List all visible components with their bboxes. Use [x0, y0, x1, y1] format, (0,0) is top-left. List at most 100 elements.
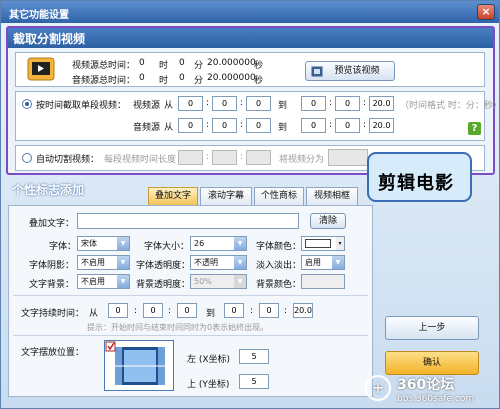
- audio-to-hours[interactable]: 0: [301, 118, 326, 133]
- font-color-label: 字体颜色：: [256, 242, 302, 252]
- font-color-picker[interactable]: ▾: [301, 236, 345, 251]
- video-source-label: 视频源: [133, 101, 161, 111]
- seconds-unit: 秒: [254, 76, 264, 86]
- colon: :: [329, 98, 333, 108]
- divider: [13, 335, 368, 336]
- video-from-minutes[interactable]: 0: [212, 96, 237, 111]
- chevron-down-icon: ▼: [234, 256, 246, 269]
- time-clip-label: 按时间截取单段视频：: [36, 101, 127, 111]
- time-format-hint: （时间格式 时：分：秒）: [400, 101, 500, 111]
- chevron-down-icon: ▼: [117, 256, 129, 269]
- audio-from-minutes[interactable]: 0: [212, 118, 237, 133]
- video-from-hours[interactable]: 0: [178, 96, 203, 111]
- preview-video-button[interactable]: 预览该视频: [305, 61, 395, 81]
- duration-hint: 提示：开始时间与结束时间同时为0表示始终出现。: [87, 323, 269, 332]
- top-y-input[interactable]: 5: [239, 374, 269, 389]
- video-to-seconds[interactable]: 20.0: [369, 96, 394, 111]
- help-icon[interactable]: ?: [468, 122, 481, 135]
- video-to-minutes[interactable]: 0: [335, 96, 360, 111]
- auto-split-radio[interactable]: [22, 153, 32, 163]
- video-to-hours[interactable]: 0: [301, 96, 326, 111]
- to-label: 到: [278, 101, 288, 111]
- colon: :: [206, 98, 210, 108]
- left-x-label: 左 (X坐标): [187, 355, 231, 365]
- font-label: 字体：: [49, 242, 77, 252]
- callout-bubble: 剪辑电影: [367, 152, 472, 202]
- opacity-select[interactable]: 不透明 ▼: [190, 255, 247, 270]
- colon: :: [206, 152, 210, 162]
- duration-label: 文字持续时间：: [21, 309, 85, 319]
- forum-watermark: + 360论坛 bbs.360safe.com: [363, 372, 499, 408]
- colon: :: [363, 98, 367, 108]
- previous-step-button[interactable]: 上一步: [385, 316, 479, 340]
- audio-to-minutes[interactable]: 0: [335, 118, 360, 133]
- duration-to-minutes[interactable]: 0: [259, 303, 279, 318]
- duration-to-seconds[interactable]: 20.0: [293, 303, 313, 318]
- minutes-unit: 分: [194, 61, 204, 71]
- logo-section-title: 个性标志添加: [12, 183, 85, 197]
- duration-from-minutes[interactable]: 0: [143, 303, 163, 318]
- color-swatch: [305, 239, 331, 248]
- clear-button[interactable]: 清除: [310, 213, 346, 229]
- audio-total-hours: 0: [139, 73, 145, 83]
- tab-overlay-text[interactable]: 叠加文字: [148, 187, 198, 205]
- font-size-value: 26: [194, 239, 205, 248]
- divider: [13, 295, 368, 296]
- colon: :: [206, 120, 210, 130]
- video-total-seconds: 20.000000: [207, 58, 256, 68]
- colon: :: [329, 120, 333, 130]
- shadow-select[interactable]: 不启用 ▼: [77, 255, 130, 270]
- segment-seconds: [246, 150, 271, 165]
- seconds-unit: 秒: [254, 61, 264, 71]
- fade-value: 启用: [305, 258, 321, 267]
- plus-icon: +: [365, 375, 391, 401]
- audio-source-label: 音频源: [133, 123, 161, 133]
- font-select[interactable]: 宋体 ▼: [77, 236, 130, 251]
- top-y-label: 上 (Y坐标): [187, 380, 230, 390]
- fade-select[interactable]: 启用 ▼: [301, 255, 345, 270]
- film-icon: [311, 66, 323, 77]
- video-from-seconds[interactable]: 0: [246, 96, 271, 111]
- audio-to-seconds[interactable]: 20.0: [369, 118, 394, 133]
- forum-url: bbs.360safe.com: [397, 394, 475, 404]
- window-title: 其它功能设置: [9, 10, 69, 21]
- shadow-value: 不启用: [81, 258, 105, 267]
- bg-opacity-label: 背景透明度：: [136, 280, 191, 290]
- video-file-icon: [27, 57, 55, 81]
- tab-custom-logo[interactable]: 个性商标: [254, 187, 304, 205]
- colon: :: [284, 306, 288, 316]
- audio-from-seconds[interactable]: 0: [246, 118, 271, 133]
- audio-from-hours[interactable]: 0: [178, 118, 203, 133]
- left-x-input[interactable]: 5: [239, 349, 269, 364]
- overlay-text-label: 叠加文字：: [29, 219, 75, 229]
- split-into-label: 将视频分为: [279, 155, 325, 165]
- audio-total-label: 音频源总时间：: [72, 76, 136, 86]
- duration-from-seconds[interactable]: 0: [177, 303, 197, 318]
- text-bg-value: 不启用: [81, 277, 105, 286]
- duration-from-hours[interactable]: 0: [108, 303, 128, 318]
- callout-text: 剪辑电影: [378, 173, 454, 194]
- time-clip-radio[interactable]: [22, 99, 32, 109]
- tab-video-frame[interactable]: 视频相框: [306, 187, 358, 205]
- close-button[interactable]: ×: [477, 4, 495, 20]
- duration-to-hours[interactable]: 0: [224, 303, 244, 318]
- text-bg-select[interactable]: 不启用 ▼: [77, 274, 130, 289]
- clip-split-title: 截取分割视频: [8, 28, 493, 48]
- colon: :: [168, 306, 172, 316]
- video-total-label: 视频源总时间：: [72, 61, 136, 71]
- segment-count: [328, 149, 368, 166]
- font-size-select[interactable]: 26 ▼: [190, 236, 247, 251]
- title-bar: 其它功能设置 ×: [1, 1, 499, 23]
- opacity-value: 不透明: [194, 258, 218, 267]
- bg-opacity-select: 50% ▼: [190, 274, 247, 289]
- forum-brand: 360论坛: [397, 377, 455, 393]
- tab-scrolling-subtitle[interactable]: 滚动字幕: [200, 187, 252, 205]
- audio-total-seconds: 20.000000: [207, 73, 256, 83]
- overlay-text-input[interactable]: [77, 213, 299, 229]
- to-label: 到: [206, 309, 216, 319]
- position-preview[interactable]: [104, 340, 174, 391]
- auto-split-label: 自动切割视频：: [36, 155, 100, 165]
- segment-hours: [178, 150, 203, 165]
- colon: :: [250, 306, 254, 316]
- font-value: 宋体: [81, 239, 97, 248]
